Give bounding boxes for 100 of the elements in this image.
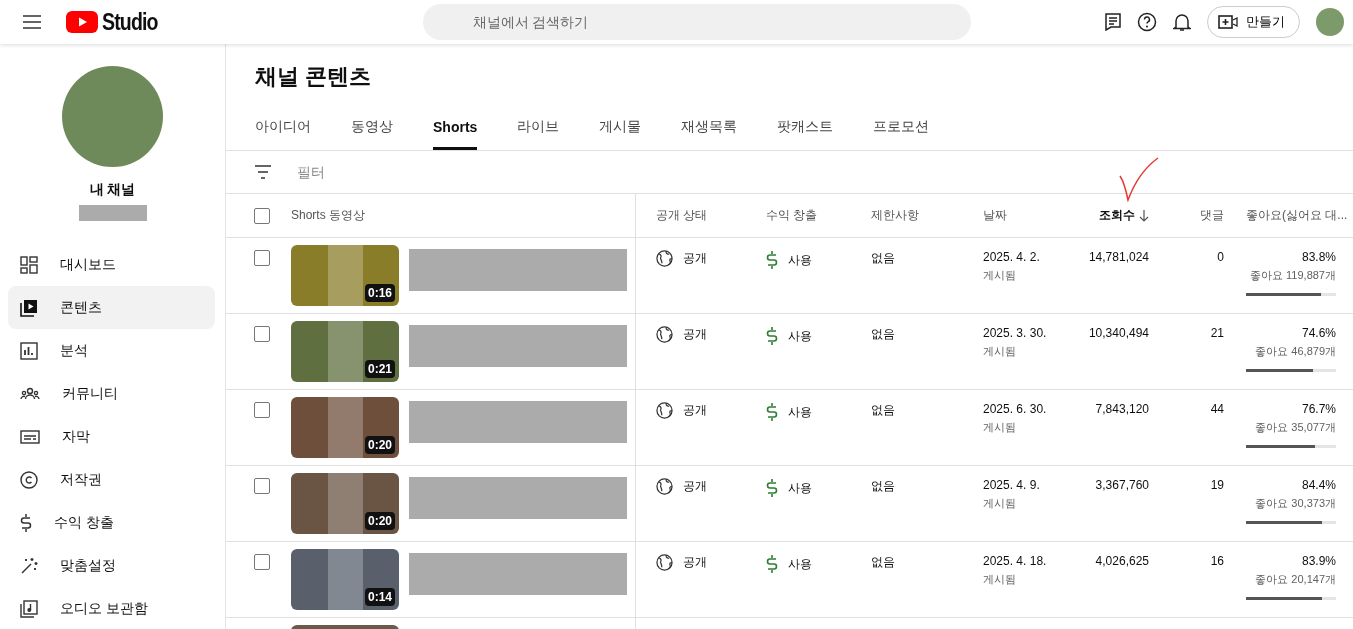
dollar-icon: [766, 250, 778, 270]
checkbox[interactable]: [254, 207, 270, 224]
community-icon: [20, 385, 40, 402]
publish-status: 게시됨: [983, 344, 1017, 359]
globe-icon: [656, 250, 673, 267]
tab[interactable]: 라이브: [517, 104, 560, 150]
views-count: 7,843,120: [1095, 402, 1149, 416]
music-library-icon: [20, 599, 38, 618]
logo-text: Studio: [102, 8, 158, 36]
notifications-icon[interactable]: [1173, 12, 1191, 32]
visibility-text: 공개: [683, 478, 707, 495]
publish-status: 게시됨: [983, 268, 1017, 283]
date-text: 2025. 4. 18.: [983, 554, 1048, 568]
column-header[interactable]: 공개 상태: [656, 207, 708, 224]
sidebar-item[interactable]: 자막: [8, 415, 215, 458]
column-header[interactable]: 날짜: [983, 207, 1007, 224]
duration-badge: 0:20: [364, 512, 395, 530]
column-header[interactable]: 댓글: [1200, 207, 1224, 224]
column-header[interactable]: 좋아요(싫어요 대...: [1246, 207, 1348, 224]
sidebar-item[interactable]: 수익 창출: [8, 501, 215, 544]
video-thumbnail[interactable]: 0:16: [291, 245, 399, 306]
dollar-icon: [766, 554, 778, 574]
video-thumbnail[interactable]: 0:14: [291, 549, 399, 610]
sidebar-item[interactable]: 대시보드: [8, 243, 215, 286]
dollar-icon: [766, 402, 778, 422]
comments-count: 16: [1210, 554, 1224, 568]
restrictions-text: 없음: [871, 327, 895, 341]
sidebar-item[interactable]: 오디오 보관함: [8, 587, 215, 629]
likes-count: 좋아요 35,077개: [1255, 420, 1336, 435]
sidebar-item[interactable]: 콘텐츠: [8, 286, 215, 329]
checkbox[interactable]: [254, 478, 270, 494]
video-thumbnail[interactable]: 0:20: [291, 397, 399, 458]
comments-count: 44: [1210, 402, 1224, 416]
globe-icon: [656, 554, 673, 571]
tab[interactable]: 재생목록: [681, 104, 738, 150]
like-ratio: 83.9%: [1301, 554, 1336, 568]
publish-status: 게시됨: [983, 572, 1017, 587]
date-text: 2025. 4. 2.: [983, 250, 1041, 264]
likes-count: 좋아요 30,373개: [1255, 496, 1336, 511]
play-logo-icon: [66, 11, 98, 33]
analytics-icon: [20, 341, 38, 360]
restrictions-text: 없음: [871, 251, 895, 265]
video-thumbnail[interactable]: 0:20: [291, 473, 399, 534]
duration-badge: 0:16: [364, 284, 395, 302]
sidebar-item[interactable]: 맞춤설정: [8, 544, 215, 587]
tab[interactable]: 프로모션: [873, 104, 930, 150]
column-header[interactable]: 조회수: [1099, 207, 1135, 224]
redaction-block: [78, 205, 147, 221]
column-header[interactable]: Shorts 동영상: [291, 207, 365, 224]
tab[interactable]: 팟캐스트: [777, 104, 834, 150]
video-plus-icon: [1218, 14, 1238, 30]
date-text: 2025. 3. 30.: [983, 326, 1048, 340]
tab[interactable]: 동영상: [351, 104, 393, 150]
checkbox[interactable]: [254, 402, 270, 418]
copyright-icon: [20, 470, 38, 489]
play-library-icon: [20, 298, 38, 317]
monetization-text: 사용: [788, 555, 812, 573]
duration-badge: 0:14: [364, 588, 395, 606]
page-title: 채널 콘텐츠: [254, 63, 373, 91]
monetization-text: 사용: [788, 327, 812, 345]
globe-icon: [656, 326, 673, 343]
views-count: 3,367,760: [1095, 478, 1149, 492]
tab[interactable]: Shorts: [433, 104, 478, 150]
checkbox[interactable]: [254, 326, 270, 342]
dollar-icon: [766, 326, 778, 346]
tab[interactable]: 게시물: [599, 104, 642, 150]
column-header[interactable]: 수익 창출: [766, 207, 818, 224]
visibility-text: 공개: [683, 250, 707, 267]
sidebar-item[interactable]: 저작권: [8, 458, 215, 501]
help-icon[interactable]: [1137, 12, 1157, 32]
likes-count: 좋아요 46,879개: [1255, 344, 1336, 359]
dollar-icon: [766, 478, 778, 498]
duration-badge: 0:20: [364, 436, 395, 454]
avatar[interactable]: [1316, 8, 1344, 36]
visibility-text: 공개: [683, 402, 707, 419]
likes-count: 좋아요 119,887개: [1250, 268, 1336, 283]
sidebar-item[interactable]: 커뮤니티: [8, 372, 215, 415]
restrictions-text: 없음: [871, 555, 895, 569]
column-header[interactable]: 제한사항: [871, 207, 919, 224]
globe-icon: [656, 402, 673, 419]
filter-icon[interactable]: [254, 165, 272, 179]
publish-status: 게시됨: [983, 496, 1017, 511]
monetization-text: 사용: [788, 403, 812, 421]
feedback-icon[interactable]: [1105, 13, 1121, 31]
magic-wand-icon: [20, 556, 38, 575]
tab[interactable]: 아이디어: [255, 104, 311, 150]
dollar-icon: [20, 512, 32, 533]
views-count: 14,781,024: [1088, 250, 1149, 264]
search-field[interactable]: 채널에서 검색하기: [422, 4, 971, 40]
menu-icon[interactable]: [22, 15, 42, 29]
restrictions-text: 없음: [871, 403, 895, 417]
channel-label: 내 채널: [89, 181, 136, 199]
date-text: 2025. 4. 9.: [983, 478, 1041, 492]
checkbox[interactable]: [254, 554, 270, 570]
likes-count: 좋아요 20,147개: [1255, 572, 1336, 587]
checkbox[interactable]: [254, 250, 270, 266]
sidebar-item[interactable]: 분석: [8, 329, 215, 372]
monetization-text: 사용: [788, 479, 812, 497]
video-thumbnail[interactable]: 0:21: [291, 321, 399, 382]
create-button[interactable]: 만들기: [1207, 6, 1300, 38]
